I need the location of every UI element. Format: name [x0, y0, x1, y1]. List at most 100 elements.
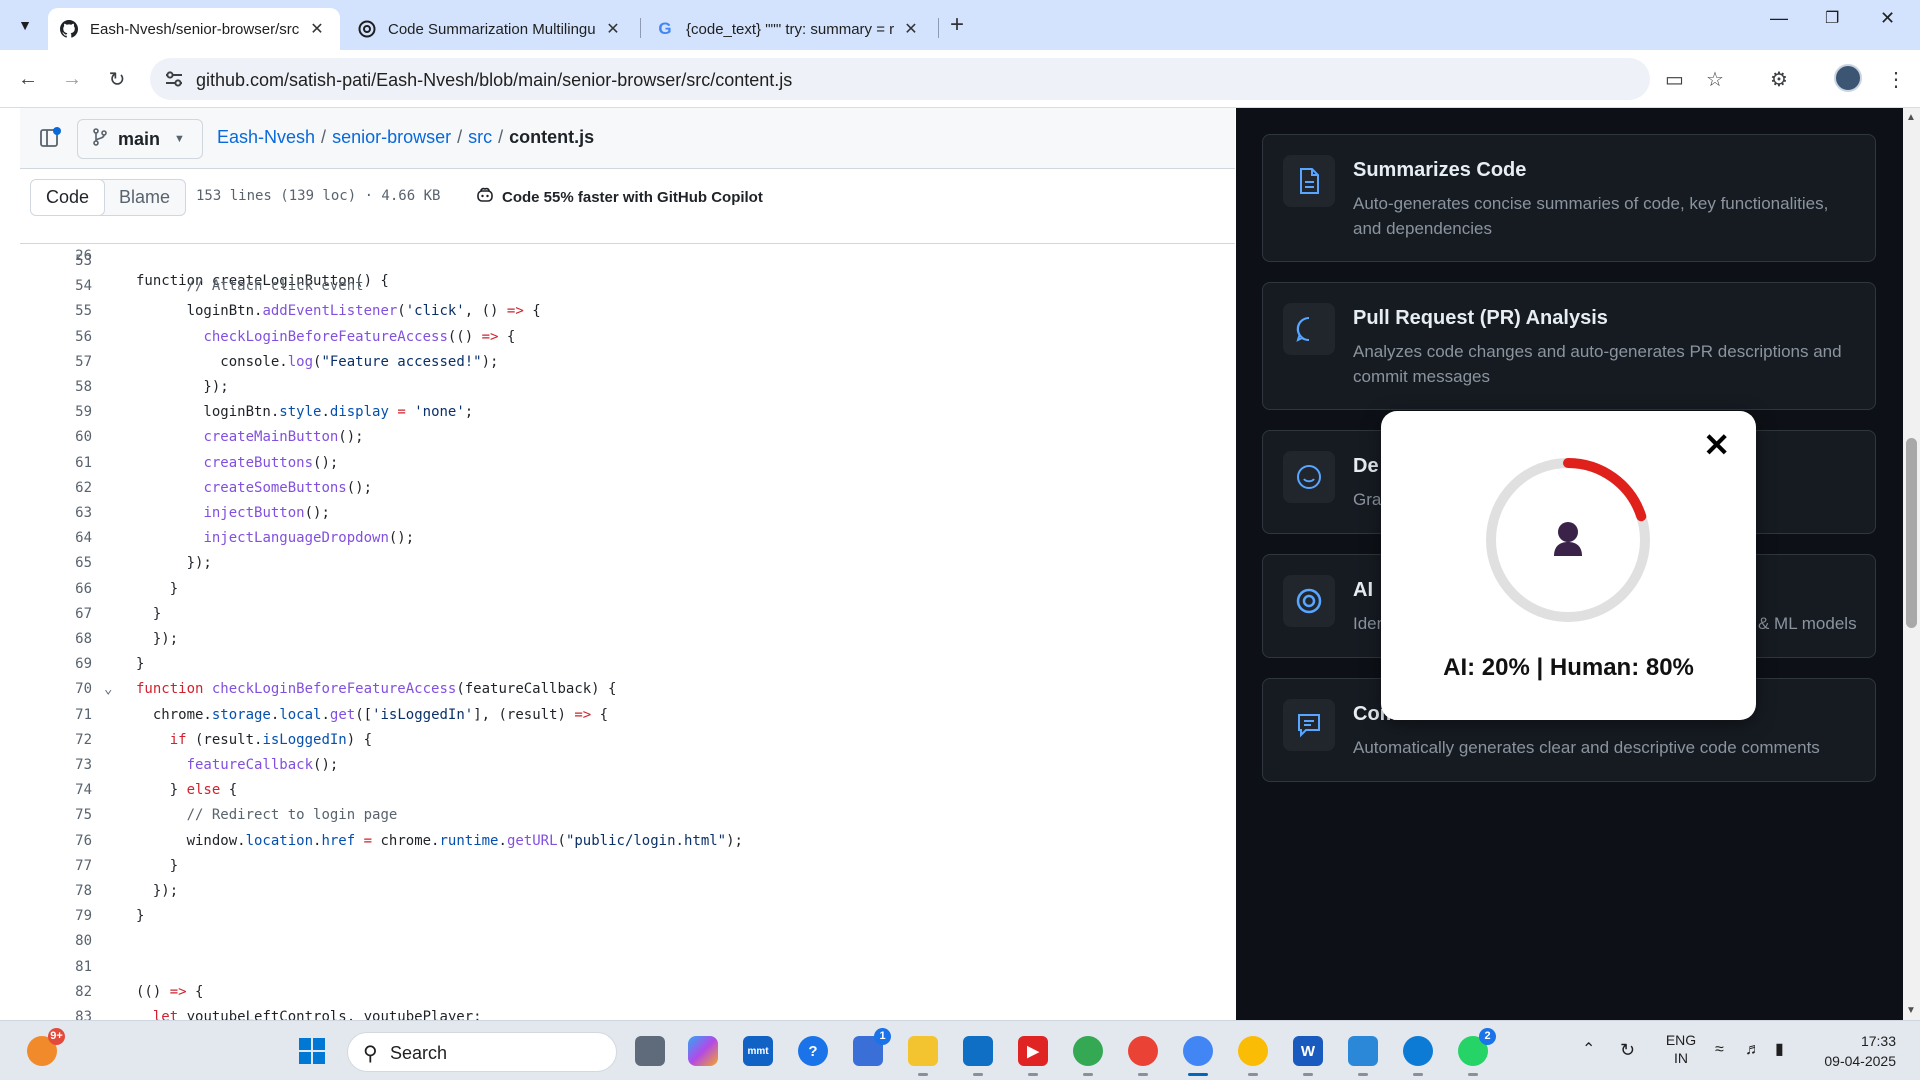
line-number[interactable]: 58	[20, 375, 92, 400]
profile-avatar[interactable]	[1834, 64, 1862, 92]
line-number[interactable]: 81	[20, 955, 92, 980]
volume-icon[interactable]: ♬	[1745, 1041, 1761, 1059]
install-app-icon[interactable]: ▭	[1665, 67, 1684, 92]
new-tab-icon[interactable]: +	[950, 13, 964, 37]
word-app-icon[interactable]: W	[1293, 1036, 1323, 1076]
line-number[interactable]: 78	[20, 879, 92, 904]
back-icon[interactable]: ←	[14, 65, 42, 93]
restore-icon[interactable]: ❐	[1825, 8, 1839, 28]
sticky-header-line[interactable]: 26 function createLoginButton() {	[20, 219, 1235, 289]
code-line[interactable]: 64 injectLanguageDropdown();	[20, 526, 1235, 551]
weather-widget-icon[interactable]: 9+	[27, 1028, 65, 1066]
start-windows-icon[interactable]	[297, 1036, 327, 1066]
code-line[interactable]: 60 createMainButton();	[20, 425, 1235, 450]
system-clock[interactable]: 17:33 09-04-2025	[1806, 1031, 1896, 1071]
tab-google-search[interactable]: G {code_text} """ try: summary = r ✕	[644, 8, 934, 50]
youtube-app-icon[interactable]: ▶	[1018, 1036, 1048, 1076]
line-number[interactable]: 75	[20, 803, 92, 828]
line-number[interactable]: 73	[20, 753, 92, 778]
line-number[interactable]: 68	[20, 627, 92, 652]
extensions-puzzle-icon[interactable]: ⚙	[1770, 67, 1788, 92]
makemytrip-app-icon[interactable]: mmt	[743, 1036, 773, 1066]
code-line[interactable]: 70 ⌄ function checkLoginBeforeFeatureAcces…	[20, 677, 1235, 702]
code-line[interactable]: 78 });	[20, 879, 1235, 904]
code-line[interactable]: 59 loginBtn.style.display = 'none';	[20, 400, 1235, 425]
copilot-app-icon[interactable]	[688, 1036, 718, 1066]
forward-icon[interactable]: →	[58, 65, 86, 93]
line-number[interactable]: 83	[20, 1005, 92, 1020]
code-line[interactable]: 66 }	[20, 577, 1235, 602]
code-line[interactable]: 72 if (result.isLoggedIn) {	[20, 728, 1235, 753]
copilot-promo-link[interactable]: Code 55% faster with GitHub Copilot	[476, 187, 763, 207]
line-number[interactable]: 69	[20, 652, 92, 677]
code-line[interactable]: 75 // Redirect to login page	[20, 803, 1235, 828]
line-number[interactable]: 54	[20, 274, 92, 299]
vscode-icon[interactable]	[963, 1036, 993, 1076]
file-tree-toggle-icon[interactable]	[38, 126, 62, 150]
breadcrumb-repo-link[interactable]: Eash-Nvesh	[217, 127, 315, 147]
code-line[interactable]: 79}	[20, 904, 1235, 929]
taskbar-search[interactable]: ⚲ Search	[347, 1032, 617, 1072]
code-line[interactable]: 63 injectButton();	[20, 501, 1235, 526]
code-line[interactable]: 62 createSomeButtons();	[20, 476, 1235, 501]
line-number[interactable]: 63	[20, 501, 92, 526]
code-line[interactable]: 83 let youtubeLeftControls, youtubePlaye…	[20, 1005, 1235, 1020]
tab-search-chevron-icon[interactable]: ▼	[10, 10, 40, 40]
feature-card-summarize[interactable]: Summarizes Code Auto-generates concise s…	[1262, 134, 1876, 262]
fold-chevron-icon[interactable]: ⌄	[104, 677, 112, 702]
line-number[interactable]: 60	[20, 425, 92, 450]
tab-close-icon[interactable]: ✕	[900, 19, 922, 39]
line-number[interactable]: 59	[20, 400, 92, 425]
more-menu-icon[interactable]: ⋮	[1886, 67, 1906, 92]
line-number[interactable]: 70	[20, 677, 92, 702]
scroll-up-icon[interactable]: ▲	[1906, 112, 1916, 123]
line-number[interactable]: 64	[20, 526, 92, 551]
chrome-profile-icon[interactable]	[1238, 1036, 1268, 1076]
photos-app-icon[interactable]	[1348, 1036, 1378, 1076]
line-number[interactable]: 79	[20, 904, 92, 929]
code-line[interactable]: 65 });	[20, 551, 1235, 576]
chrome-profile-icon[interactable]	[1128, 1036, 1158, 1076]
microsoft-store-icon[interactable]: 1	[853, 1028, 891, 1066]
code-viewer[interactable]: 26 function createLoginButton() { 53 54 /…	[20, 219, 1235, 1020]
close-window-icon[interactable]: ✕	[1880, 8, 1895, 29]
line-number[interactable]: 56	[20, 325, 92, 350]
line-number[interactable]: 57	[20, 350, 92, 375]
line-number[interactable]: 67	[20, 602, 92, 627]
code-line[interactable]: 53	[20, 249, 1235, 274]
line-number[interactable]: 71	[20, 703, 92, 728]
line-number[interactable]: 74	[20, 778, 92, 803]
tab-close-icon[interactable]: ✕	[602, 19, 624, 39]
code-line[interactable]: 67 }	[20, 602, 1235, 627]
chrome-active-icon[interactable]	[1183, 1036, 1213, 1076]
line-number[interactable]: 61	[20, 451, 92, 476]
code-line[interactable]: 71 chrome.storage.local.get(['isLoggedIn…	[20, 703, 1235, 728]
whatsapp-icon[interactable]: 2	[1458, 1028, 1496, 1076]
battery-icon[interactable]: ▮	[1775, 1041, 1784, 1059]
code-line[interactable]: 54 // Attach click event	[20, 274, 1235, 299]
line-number[interactable]: 53	[20, 249, 92, 274]
line-number[interactable]: 77	[20, 854, 92, 879]
tab-code[interactable]: Code	[31, 180, 106, 215]
task-view-icon[interactable]	[635, 1036, 665, 1066]
breadcrumb-dir-link[interactable]: senior-browser	[332, 127, 451, 147]
code-line[interactable]: 58 });	[20, 375, 1235, 400]
line-number[interactable]: 55	[20, 299, 92, 324]
code-line[interactable]: 74 } else {	[20, 778, 1235, 803]
file-explorer-icon[interactable]	[908, 1036, 938, 1076]
line-number[interactable]: 82	[20, 980, 92, 1005]
language-indicator[interactable]: ENG IN	[1663, 1031, 1699, 1067]
code-line[interactable]: 68 });	[20, 627, 1235, 652]
close-popup-button[interactable]: ✕	[1703, 429, 1730, 461]
line-number[interactable]: 62	[20, 476, 92, 501]
code-line[interactable]: 56 checkLoginBeforeFeatureAccess(() => {	[20, 325, 1235, 350]
line-number[interactable]: 80	[20, 929, 92, 954]
code-line[interactable]: 61 createButtons();	[20, 451, 1235, 476]
scroll-down-icon[interactable]: ▼	[1906, 1005, 1916, 1016]
code-line[interactable]: 80	[20, 929, 1235, 954]
reload-icon[interactable]: ↻	[103, 65, 131, 93]
line-number[interactable]: 76	[20, 829, 92, 854]
sync-icon[interactable]: ↻	[1620, 1041, 1635, 1059]
tray-overflow-chevron-icon[interactable]: ⌃	[1582, 1041, 1595, 1059]
page-scrollbar[interactable]: ▲ ▼	[1903, 108, 1920, 1020]
